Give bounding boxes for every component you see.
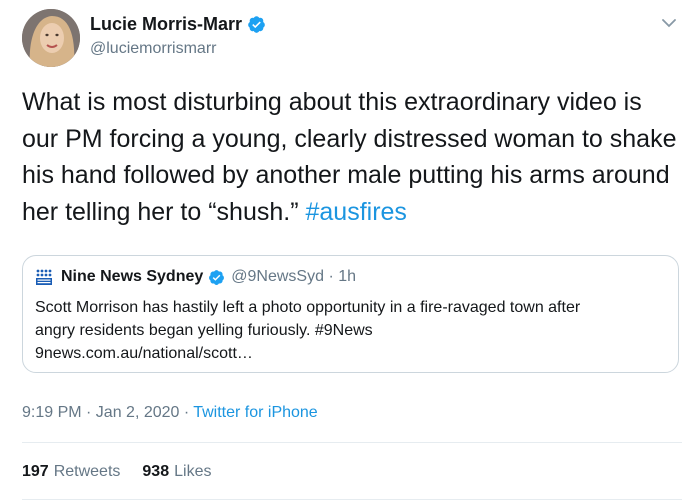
nine-news-logo-icon — [35, 268, 53, 286]
tweet-timestamp[interactable]: 9:19 PM · Jan 2, 2020 · — [22, 404, 189, 422]
chevron-down-icon[interactable] — [662, 18, 676, 28]
quoted-link[interactable]: 9news.com.au/national/scott… — [35, 342, 665, 365]
quoted-handle-time: @9NewsSyd · 1h — [231, 268, 357, 285]
tweet-text: What is most disturbing about this extra… — [22, 84, 682, 230]
divider — [22, 499, 682, 500]
quoted-tweet-text: Scott Morrison has hastily left a photo … — [35, 296, 665, 365]
quoted-text-line: angry residents began yelling furiously.… — [35, 322, 373, 339]
avatar-image — [22, 9, 80, 67]
engagement-stats: 197 Retweets 938 Likes — [22, 463, 233, 481]
likes-count: 938 — [142, 463, 170, 480]
hashtag-link[interactable]: #ausfires — [305, 198, 406, 226]
author-handle[interactable]: @luciemorrismarr — [90, 40, 216, 58]
likes-stat[interactable]: 938 Likes — [142, 463, 211, 481]
author-display-name[interactable]: Lucie Morris-Marr — [90, 14, 242, 35]
retweets-count: 197 — [22, 463, 49, 480]
quoted-tweet[interactable]: Nine News Sydney @9NewsSyd · 1h Scott Mo… — [22, 255, 679, 373]
likes-label: Likes — [174, 463, 212, 480]
quoted-display-name[interactable]: Nine News Sydney — [61, 268, 203, 286]
divider — [22, 442, 682, 443]
avatar[interactable] — [22, 9, 80, 67]
verified-badge-icon — [209, 269, 225, 285]
tweet-card: Lucie Morris-Marr @luciemorrismarr What … — [0, 0, 700, 501]
verified-badge-icon — [248, 16, 265, 33]
retweets-stat[interactable]: 197 Retweets — [22, 463, 120, 481]
source-link[interactable]: Twitter for iPhone — [193, 404, 318, 422]
quoted-text-line: Scott Morrison has hastily left a photo … — [35, 299, 581, 316]
retweets-label: Retweets — [53, 463, 121, 480]
